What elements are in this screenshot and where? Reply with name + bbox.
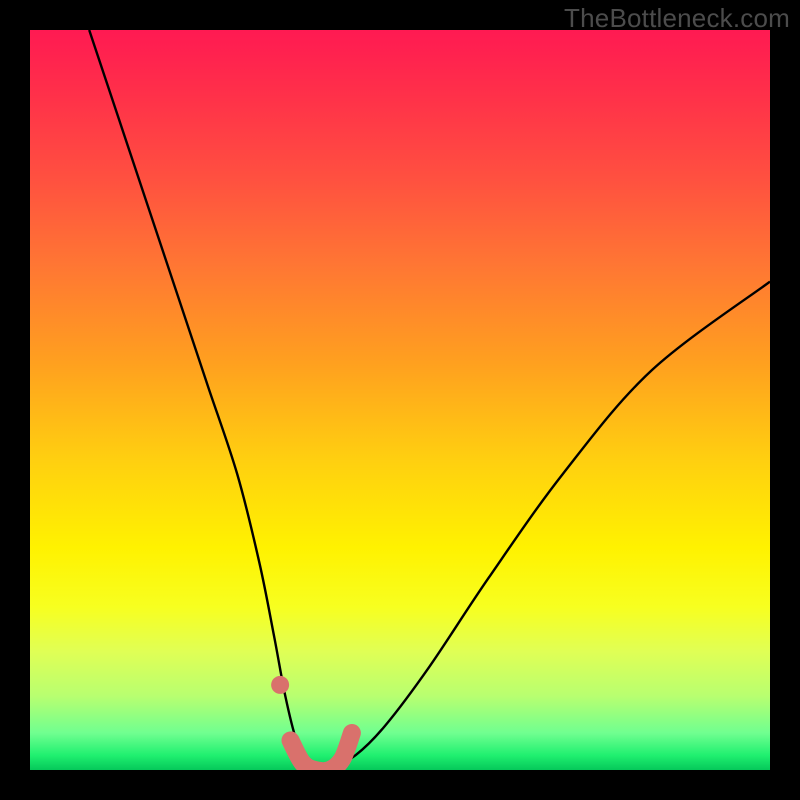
bottleneck-curve-path	[89, 30, 770, 770]
marker-layer	[271, 676, 352, 770]
optimal-marker-path	[290, 733, 351, 770]
watermark-text: TheBottleneck.com	[564, 3, 790, 34]
curve-layer	[89, 30, 770, 770]
optimal-marker-dot	[271, 676, 289, 694]
chart-frame	[30, 30, 770, 770]
bottleneck-plot	[30, 30, 770, 770]
